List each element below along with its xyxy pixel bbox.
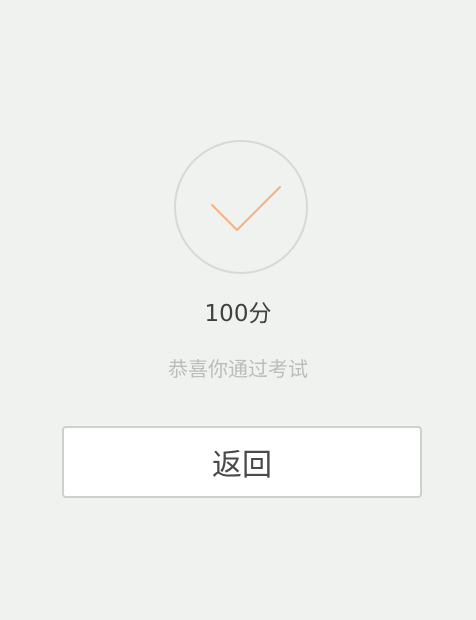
back-button[interactable]: 返回 — [62, 426, 422, 498]
exam-result-page: 100分 恭喜你通过考试 返回 — [0, 0, 476, 620]
pass-message: 恭喜你通过考试 — [168, 357, 308, 381]
result-circle — [174, 140, 308, 274]
checkmark-icon — [211, 186, 281, 231]
score-text: 100分 — [204, 301, 272, 327]
